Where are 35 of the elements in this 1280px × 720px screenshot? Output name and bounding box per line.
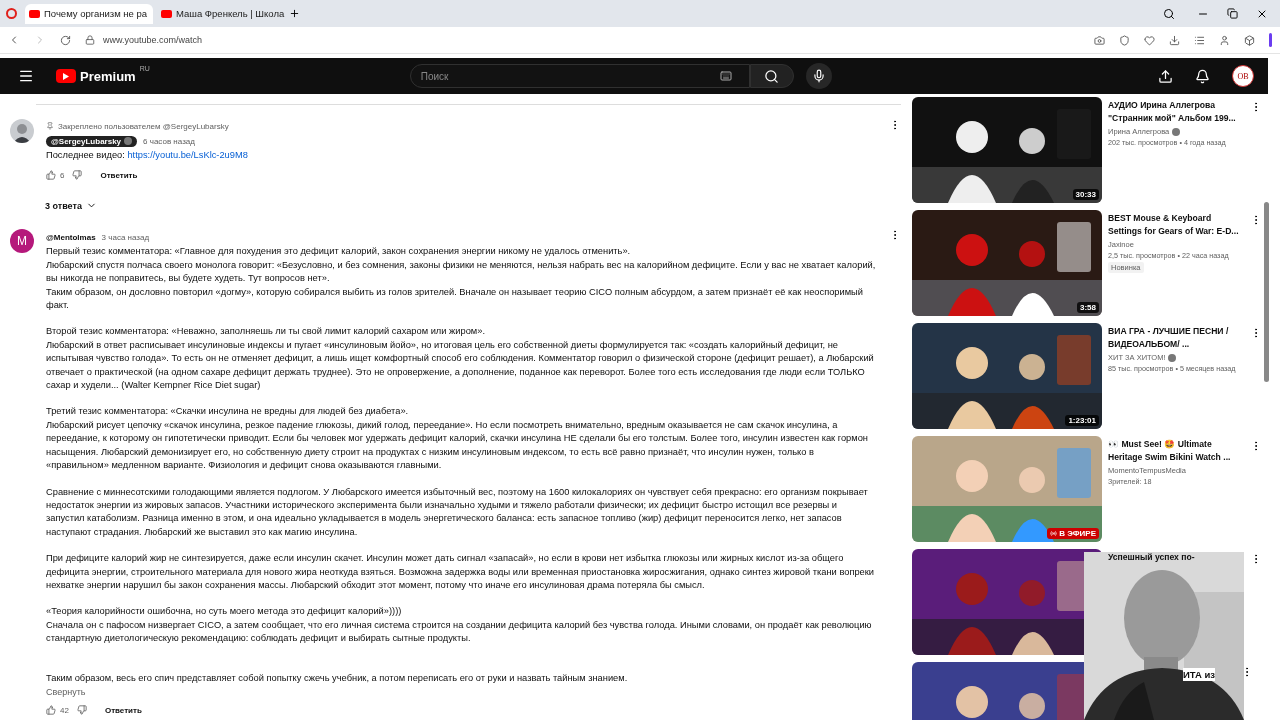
video-title[interactable]: 👀 Must See! 🤩 Ultimate Heritage Swim Bikini Watch ... [1108, 438, 1244, 464]
video-link[interactable]: https://youtu.be/LsKlc-2u9M8 [127, 150, 248, 160]
comment-paragraph: «Теория калорийности ошибочна, но суть моего метода это дефицит калорий»)))) Сначала он с пафосом низвергает CICO, а затем сообщает, что его личная система строится на создании дефицита калорий без чувства голода. Иными словами, он продаёт как революцию стандартную диетологическую рекомендацию: соблюдать дефицит и выбирать сытные продукты. [46, 605, 873, 646]
browser-tab[interactable]: Почему организм не ра [25, 3, 153, 24]
account-avatar[interactable]: ОВ [1232, 65, 1254, 87]
duration-label: 1:23:01 [1065, 415, 1099, 426]
live-badge: В ЭФИРЕ [1047, 528, 1099, 539]
comment-author[interactable]: @Mentolmas [46, 232, 96, 242]
duration-label: 30:33 [1072, 189, 1099, 200]
like-count: 42 [60, 705, 69, 715]
video-title[interactable]: АУДИО Ирина Аллегрова "Странник мой" Альбом 199... [1108, 99, 1244, 125]
video-title[interactable]: BEST Mouse & Keyboard Settings for Gears of War: E-D... [1108, 212, 1244, 238]
comment-paragraph: Второй тезис комментатора: «Неважно, заполняешь ли ты свой лимит калорий сахаром или жиром». Любарский в ответ расписывает инсулиновые индексы и пугает «инсулиновым йойо», но итоговая цель его собственной диеты формулируется так: «создать калорийный дефицит, не испытывая чувство голода». То есть он не отменяет дефицит, а лишь ищет комфортный способ его соблюдения. Комментатор говорил о физической стороне (дефицит решает), а Любарский отвечает о практической (на одном сахаре дефицит держать труднее). Это не опровержение, а дополнение, поданное как переворот. Более того есть исследования где люди если ТОЛЬКО сахар и худели... (Walter Kempner Rice Diet sugar) [46, 325, 875, 393]
comment-paragraph: При дефиците калорий жир не синтезируется, даже если инсулин скачет. Инсулин может дать сигнал «запасай», но если в крови нет избытка глюкозы или жирных кислот из-за общего дефицита энергии, строительного материала для нового жира неоткуда взяться. Возможна задержка воды или временная приостановка жиросжигания, однако синтез жировой ткани вопреки нехватке энергии нарушил бы закон сохранения массы. Любарский обходит этот момент, потому что иначе его инсулиновая драма потеряла бы смысл. [46, 552, 876, 592]
like-count: 6 [60, 170, 65, 180]
author-chip[interactable]: @SergeyLubarsky [46, 135, 138, 147]
collapse-link[interactable]: Свернуть [46, 687, 877, 698]
comment-paragraph: Сравнение с миннесотскими голодающими является подлогом. У Любарского имеется избыточный вес, поэтому на 1600 килокалориях он чувствует себя прекрасно: его организм покрывает недостаток энергии из жировых запасов. Участники исторического эксперимента были изначально худыми и тяжело работали физически; их дефицит быстро истощил все резервы и запустил катаболизм. Разница именно в этом, и она идеально укладывается в модель энергетического баланса: есть запасное топливо (жир) дефицит переносится легко, нет запасов наступают страдания. Любарский же выставил это как магию инсулина. [46, 485, 869, 539]
comment-text: Последнее видео: https://youtu.be/LsKlc-2u9M8 [46, 149, 249, 162]
browser-tab[interactable]: Маша Френкель | Школа [157, 3, 285, 24]
comment-paragraph: Первый тезис комментатора: «Главное для похудения это дефицит калорий, закон сохранения энергии никому не удалось отменить». Любарский спустя полчаса своего монолога говорит: «Безусловно, и без сомнения, законы физики не меняются, нельзя набрать вес на калорийном дефиците. Если у вас не хватает калорий, вы никогда не поправитесь, вы будете худеть. Тут вопросов нет». Таким образом, он дословно повторил «догму», которую собирался выбить из голов зрителей. Вначале он называет теорию CICO полным абсурдом, а затем признаёт её как неоспоримый факт. [46, 245, 877, 313]
reply-button[interactable]: Ответить [100, 170, 138, 180]
pinned-label: Закреплено пользователем @SergeyLubarsky [58, 121, 229, 131]
logo-text[interactable]: Premium [80, 68, 136, 84]
reply-button[interactable]: Ответить [104, 705, 142, 715]
comment-paragraph: Таким образом, весь его спич представляет собой попытку сжечь учебник, а потом переписать его от руки и назвать тайным знанием. [46, 671, 629, 685]
search-field[interactable]: Поиск [409, 64, 750, 88]
replies-toggle[interactable]: 3 ответа [45, 200, 97, 212]
video-title[interactable]: ВИА ГРА - ЛУЧШИЕ ПЕСНИ / ВИДЕОАЛЬБОМ/ ... [1108, 325, 1244, 351]
comment-time[interactable]: 6 часов назад [143, 136, 195, 146]
comment-paragraph: Третий тезис комментатора: «Скачки инсулина не вредны для людей без диабета». Любарский рисует цепочку «скачок инсулина, резкое падение глюкозы, дикий голод, переедание». Но если посмотреть внимательно, вредным оказывается не сам скачок инсулина, а переедание, к которому он гипотетически приводит. Если бы человек мог удержать дефицит калорий, скачки инсулина НЕ сделали бы его толстым. Более того, инсулин известен как гормон насыщения. Любарский демонизирует его, но собственную диету строит на продуктах с низким инсулиновым индексом, то есть всё равно признаёт, что инсулин нужен, только в «правильном» медленном варианте. Физиология и дефицит снова оказываются главными. [46, 405, 869, 473]
avatar[interactable]: M [10, 229, 34, 254]
comment-time[interactable]: 3 часа назад [101, 232, 150, 242]
duration-label: 3:58 [1077, 302, 1099, 313]
address-field[interactable]: www.youtube.com/watch [103, 35, 203, 45]
